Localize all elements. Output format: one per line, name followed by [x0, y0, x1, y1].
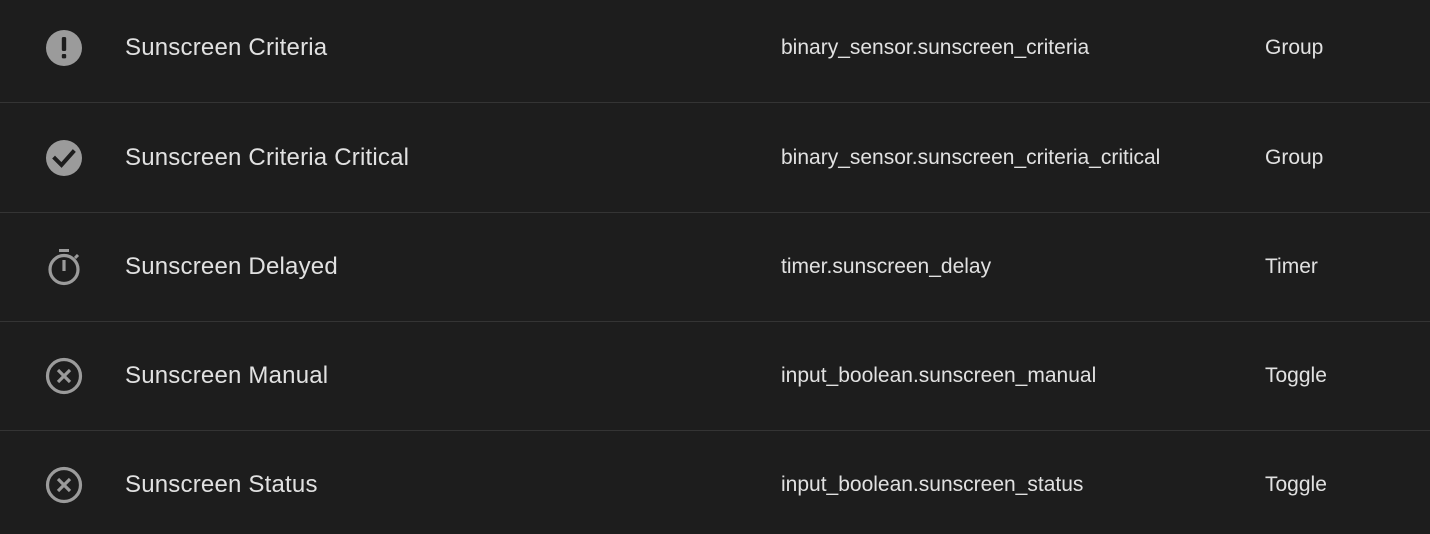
close-circle-outline-icon: [44, 356, 84, 396]
table-row[interactable]: Sunscreen Manual input_boolean.sunscreen…: [0, 321, 1430, 431]
entity-id: binary_sensor.sunscreen_criteria: [781, 36, 1090, 59]
entity-name: Sunscreen Status: [125, 471, 318, 498]
entity-type: Timer: [1265, 255, 1318, 278]
close-circle-outline-icon: [44, 465, 84, 505]
timer-icon: [44, 247, 84, 287]
entity-id: binary_sensor.sunscreen_criteria_critica…: [781, 146, 1161, 169]
check-circle-icon: [44, 138, 84, 178]
entity-type: Toggle: [1265, 473, 1327, 496]
table-row[interactable]: Sunscreen Criteria Critical binary_senso…: [0, 103, 1430, 213]
entity-name: Sunscreen Criteria Critical: [125, 144, 410, 171]
entity-name: Sunscreen Delayed: [125, 253, 338, 280]
entity-type: Toggle: [1265, 364, 1327, 387]
entity-id: input_boolean.sunscreen_status: [781, 473, 1084, 496]
table-row[interactable]: Sunscreen Status input_boolean.sunscreen…: [0, 430, 1430, 534]
entity-type: Group: [1265, 146, 1324, 169]
entities-table: Sunscreen Criteria binary_sensor.sunscre…: [0, 0, 1430, 534]
table-row[interactable]: Sunscreen Criteria binary_sensor.sunscre…: [0, 0, 1430, 103]
entity-name: Sunscreen Criteria: [125, 34, 328, 61]
entity-name: Sunscreen Manual: [125, 362, 329, 389]
table-row[interactable]: Sunscreen Delayed timer.sunscreen_delay …: [0, 212, 1430, 322]
entity-id: timer.sunscreen_delay: [781, 255, 992, 278]
alert-circle-icon: [44, 28, 84, 68]
entity-id: input_boolean.sunscreen_manual: [781, 364, 1097, 387]
entity-type: Group: [1265, 36, 1324, 59]
